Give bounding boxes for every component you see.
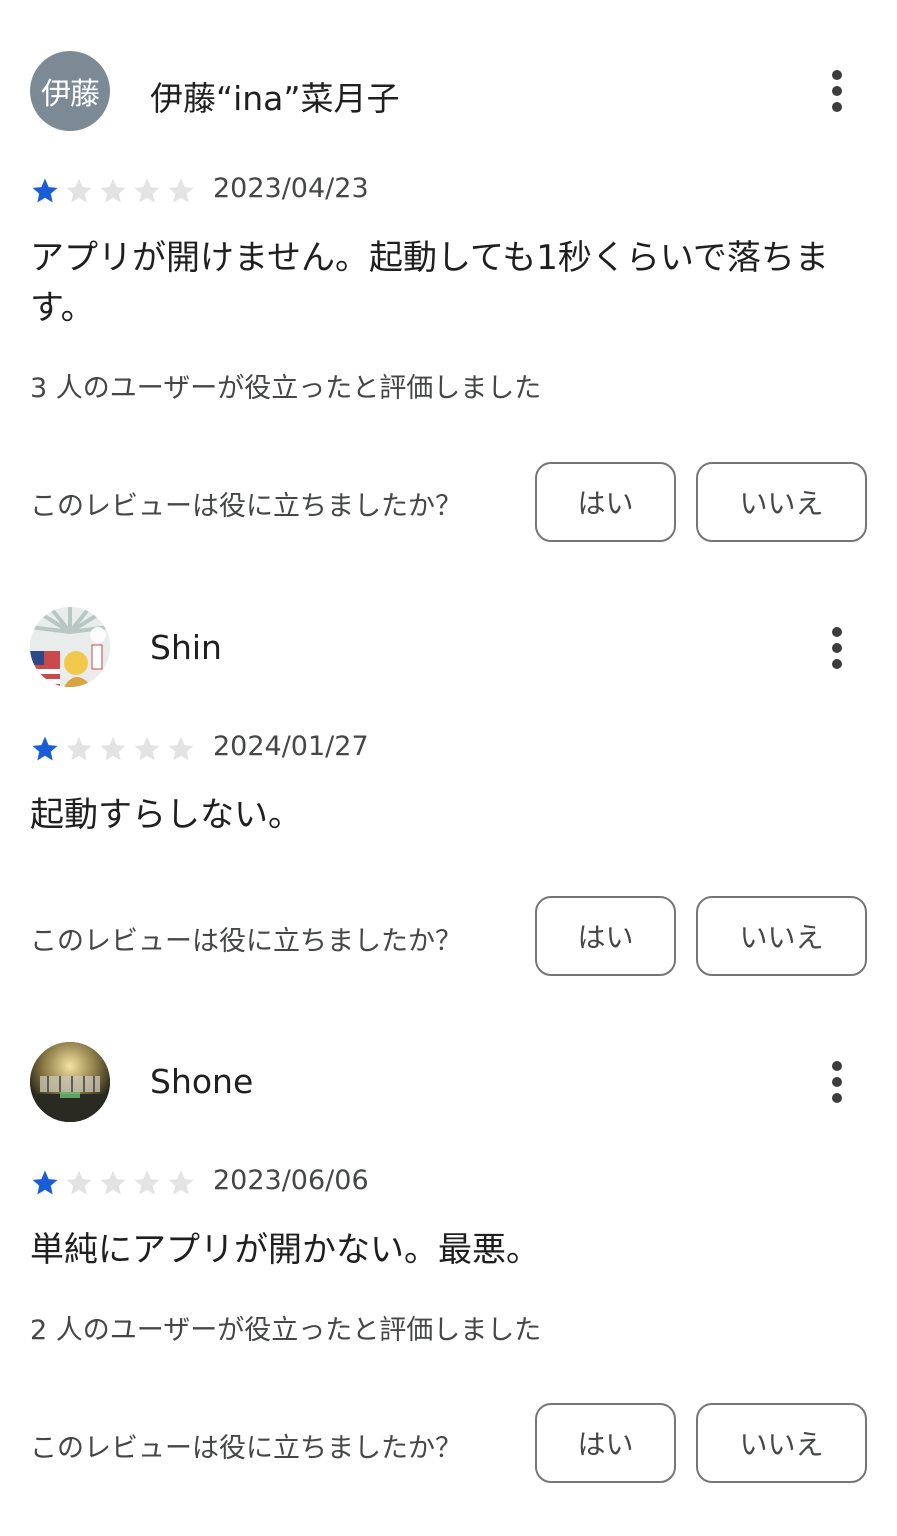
avatar-illustration [30, 607, 110, 687]
star-rating [30, 1168, 196, 1198]
review-text: 起動すらしない。 [30, 795, 302, 835]
helpful-count: 3 人のユーザーが役立ったと評価しました [30, 373, 542, 404]
star-filled-icon [32, 178, 58, 203]
avatar: 伊藤 [30, 51, 110, 131]
star-empty-icon [66, 736, 92, 761]
star-filled-icon [32, 736, 58, 761]
review-date: 2024/01/27 [213, 731, 369, 762]
star-empty-icon [66, 178, 92, 203]
more-options-icon[interactable] [812, 1052, 862, 1112]
helpful-count: 2 人のユーザーが役立ったと評価しました [30, 1315, 542, 1346]
helpful-no-button[interactable]: いいえ [696, 1403, 867, 1483]
helpful-no-button[interactable]: いいえ [696, 896, 867, 976]
star-empty-icon [168, 1170, 194, 1195]
review-text: 単純にアプリが開かない。最悪。 [30, 1230, 540, 1270]
star-empty-icon [100, 1170, 126, 1195]
review-date: 2023/06/06 [213, 1165, 369, 1196]
star-empty-icon [134, 1170, 160, 1195]
helpful-question: このレビューは役に立ちましたか？ [30, 926, 462, 957]
helpful-question: このレビューは役に立ちましたか？ [30, 1433, 462, 1464]
author-name: Shone [150, 1062, 254, 1101]
star-rating [30, 176, 196, 206]
star-empty-icon [100, 178, 126, 203]
helpful-yes-button[interactable]: はい [535, 1403, 676, 1483]
review-text: アプリが開けません。起動しても1秒くらいで落ちます。 [30, 238, 829, 328]
star-empty-icon [100, 736, 126, 761]
concert-photo-avatar-icon [30, 1042, 110, 1122]
review-date: 2023/04/23 [213, 173, 369, 204]
author-name: 伊藤“ina”菜月子 [150, 79, 400, 118]
star-empty-icon [134, 736, 160, 761]
more-options-icon[interactable] [812, 618, 862, 678]
star-empty-icon [134, 178, 160, 203]
helpful-yes-button[interactable]: はい [535, 896, 676, 976]
helpful-yes-button[interactable]: はい [535, 462, 676, 542]
helpful-question: このレビューは役に立ちましたか？ [30, 491, 462, 522]
star-empty-icon [66, 1170, 92, 1195]
star-rating [30, 734, 196, 764]
avatar-initials: 伊藤 [41, 77, 100, 112]
star-empty-icon [168, 178, 194, 203]
star-filled-icon [32, 1170, 58, 1195]
author-name: Shin [150, 628, 222, 667]
helpful-no-button[interactable]: いいえ [696, 462, 867, 542]
star-empty-icon [168, 736, 194, 761]
avatar-photo [30, 1042, 110, 1122]
more-options-icon[interactable] [812, 61, 862, 121]
illustration-avatar-icon [30, 607, 110, 687]
